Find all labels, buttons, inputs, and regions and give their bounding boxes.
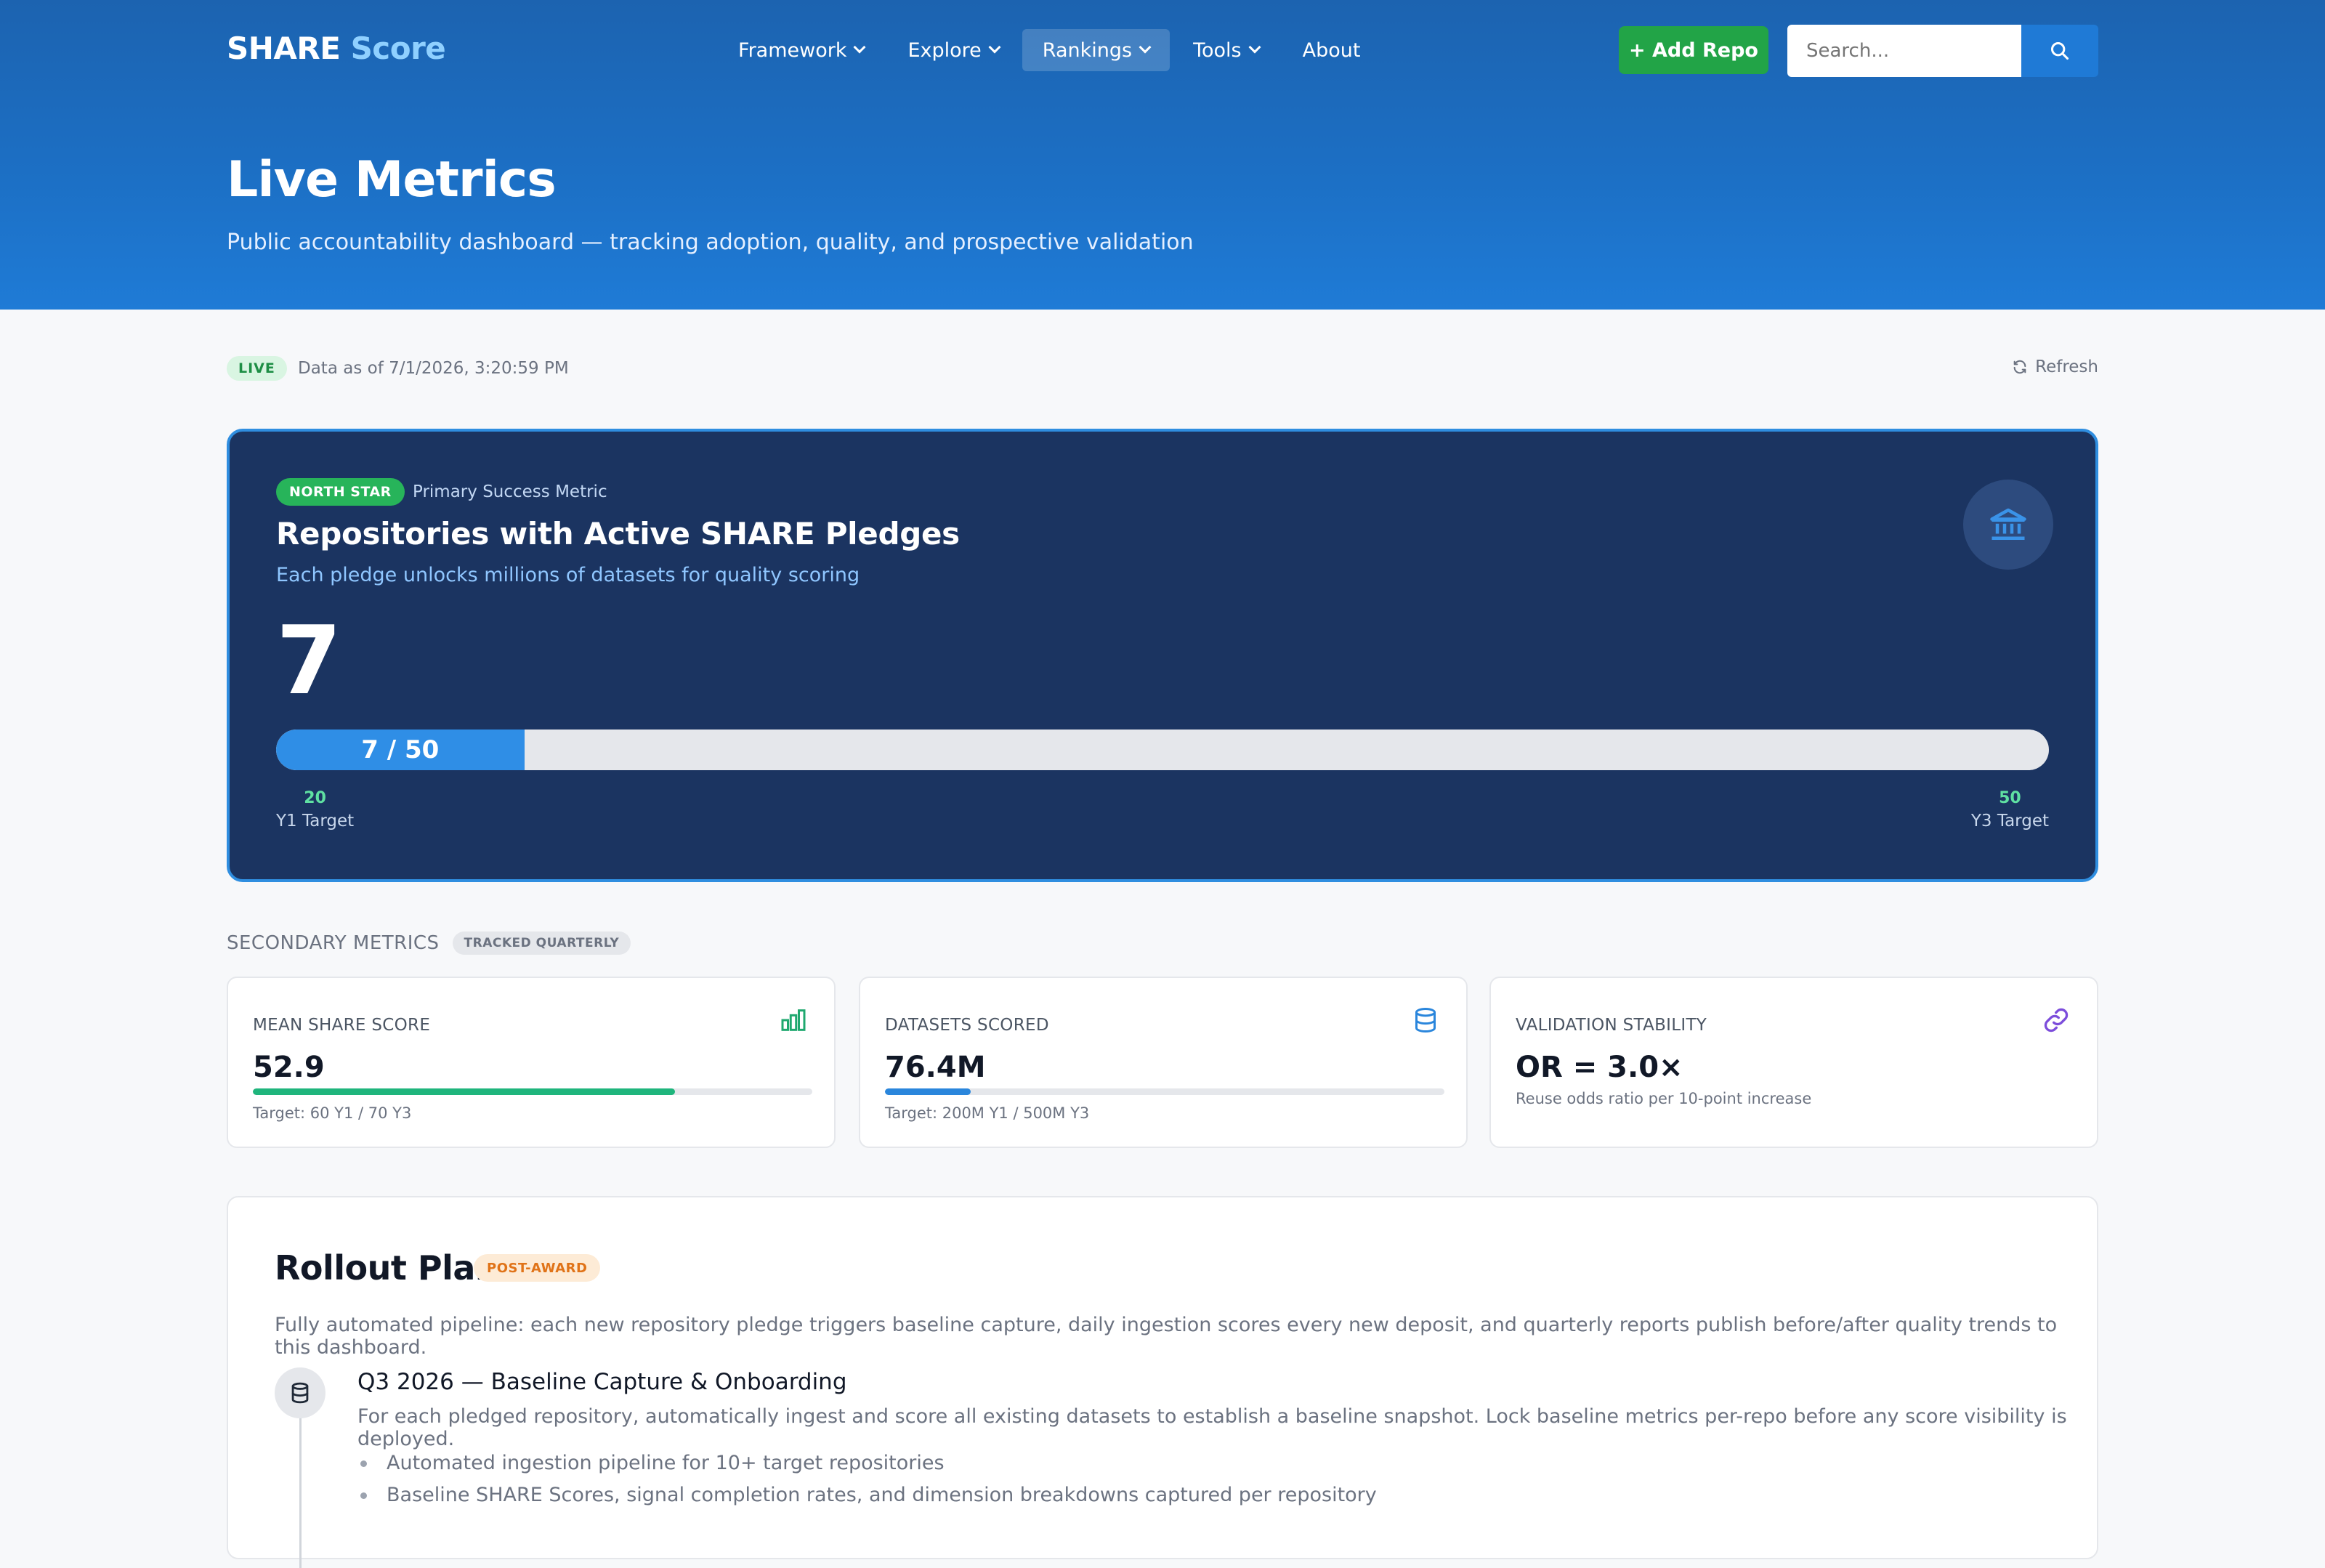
metric-progress bbox=[885, 1088, 1444, 1095]
refresh-button[interactable]: Refresh bbox=[2012, 357, 2098, 376]
metric-label: VALIDATION STABILITY bbox=[1516, 1016, 1707, 1035]
chevron-down-icon bbox=[1248, 41, 1261, 54]
target-value: 50 bbox=[1999, 789, 2021, 807]
search-button[interactable] bbox=[2021, 25, 2098, 77]
nav-item-label: Framework bbox=[738, 39, 847, 62]
brand-logo[interactable]: SHARE Score bbox=[227, 31, 446, 66]
nav-item-label: Explore bbox=[907, 39, 982, 62]
nav-item-framework[interactable]: Framework bbox=[718, 29, 884, 71]
search-input[interactable] bbox=[1787, 25, 2021, 77]
data-timestamp: Data as of 7/1/2026, 3:20:59 PM bbox=[298, 359, 569, 378]
target-value: 20 bbox=[304, 789, 326, 807]
metric-progress bbox=[253, 1088, 812, 1095]
nav-item-explore[interactable]: Explore bbox=[887, 29, 1019, 71]
bar-chart-icon bbox=[777, 1004, 809, 1036]
metric-card-validation-stability: VALIDATION STABILITY OR = 3.0× Reuse odd… bbox=[1489, 977, 2098, 1148]
rollout-title: Rollout Plan bbox=[275, 1248, 499, 1288]
metric-value: 52.9 bbox=[253, 1051, 325, 1084]
nav-item-rankings[interactable]: Rankings bbox=[1022, 29, 1170, 71]
metric-label: DATASETS SCORED bbox=[885, 1016, 1049, 1035]
phase-description: For each pledged repository, automatical… bbox=[357, 1405, 2067, 1450]
hero-header: SHARE Score Framework Explore Rankings T… bbox=[0, 0, 2325, 310]
metric-note: Target: 200M Y1 / 500M Y3 bbox=[885, 1104, 1090, 1122]
north-star-card: NORTH STAR Primary Success Metric Reposi… bbox=[227, 429, 2098, 882]
nav-item-about[interactable]: About bbox=[1282, 29, 1381, 71]
page-title: Live Metrics bbox=[227, 151, 557, 209]
north-star-subtitle: Each pledge unlocks millions of datasets… bbox=[276, 564, 860, 586]
metric-note: Target: 60 Y1 / 70 Y3 bbox=[253, 1104, 412, 1122]
metric-value: OR = 3.0× bbox=[1516, 1051, 1683, 1084]
nav-item-label: About bbox=[1302, 39, 1361, 62]
metric-label: MEAN SHARE SCORE bbox=[253, 1016, 431, 1035]
nav-item-label: Rankings bbox=[1042, 39, 1133, 62]
chevron-down-icon bbox=[988, 41, 1001, 54]
database-icon bbox=[291, 1382, 309, 1404]
page-subtitle: Public accountability dashboard — tracki… bbox=[227, 230, 1194, 255]
secondary-metrics-heading: SECONDARY METRICS TRACKED QUARTERLY bbox=[227, 931, 631, 955]
status-bar: LIVE Data as of 7/1/2026, 3:20:59 PM Ref… bbox=[227, 356, 2098, 382]
metric-value: 76.4M bbox=[885, 1051, 986, 1084]
link-icon bbox=[2040, 1004, 2072, 1036]
post-award-badge: POST-AWARD bbox=[474, 1254, 601, 1282]
target-y1: 20 Y1 Target bbox=[276, 789, 354, 831]
chevron-down-icon bbox=[1139, 41, 1152, 54]
refresh-label: Refresh bbox=[2035, 357, 2098, 376]
list-item: Automated ingestion pipeline for 10+ tar… bbox=[357, 1447, 1377, 1479]
add-repo-button[interactable]: + Add Repo bbox=[1619, 26, 1768, 74]
rollout-description: Fully automated pipeline: each new repos… bbox=[275, 1314, 2058, 1359]
metric-card-mean-score: MEAN SHARE SCORE 52.9 Target: 60 Y1 / 70… bbox=[227, 977, 836, 1148]
north-star-value: 7 bbox=[276, 605, 342, 716]
metric-progress-fill bbox=[253, 1088, 676, 1095]
north-star-icon-wrap bbox=[1963, 480, 2053, 570]
north-star-kicker: Primary Success Metric bbox=[413, 482, 607, 501]
search-icon bbox=[2050, 41, 2069, 60]
nav-item-tools[interactable]: Tools bbox=[1173, 29, 1279, 71]
refresh-icon bbox=[2013, 360, 2026, 374]
bank-icon bbox=[1990, 508, 2026, 540]
timeline-marker bbox=[275, 1367, 326, 1418]
live-badge: LIVE bbox=[227, 356, 287, 381]
metric-progress-fill bbox=[885, 1088, 971, 1095]
section-label: SECONDARY METRICS bbox=[227, 932, 440, 954]
chevron-down-icon bbox=[853, 41, 866, 54]
target-y3: 50 Y3 Target bbox=[1971, 789, 2049, 831]
north-star-title: Repositories with Active SHARE Pledges bbox=[276, 516, 960, 551]
timeline-line bbox=[299, 1394, 302, 1568]
north-star-progress: 7 / 50 bbox=[276, 730, 2049, 770]
metric-note: Reuse odds ratio per 10-point increase bbox=[1516, 1090, 1812, 1107]
phase-bullets: Automated ingestion pipeline for 10+ tar… bbox=[357, 1447, 1377, 1511]
metric-card-datasets-scored: DATASETS SCORED 76.4M Target: 200M Y1 / … bbox=[859, 977, 1468, 1148]
target-label: Y3 Target bbox=[1970, 812, 2049, 831]
list-item: Baseline SHARE Scores, signal completion… bbox=[357, 1479, 1377, 1511]
target-label: Y1 Target bbox=[276, 812, 355, 831]
top-nav: SHARE Score Framework Explore Rankings T… bbox=[227, 25, 2098, 77]
rollout-plan-card: Rollout Plan POST-AWARD Fully automated … bbox=[227, 1196, 2098, 1568]
nav-item-label: Tools bbox=[1193, 39, 1242, 62]
brand-name: SHARE bbox=[227, 31, 341, 66]
database-icon bbox=[1410, 1004, 1442, 1036]
tracked-quarterly-badge: TRACKED QUARTERLY bbox=[452, 931, 631, 955]
north-star-progress-fill: 7 / 50 bbox=[276, 730, 525, 770]
phase-title: Q3 2026 — Baseline Capture & Onboarding bbox=[357, 1369, 847, 1395]
nav-menu: Framework Explore Rankings Tools About bbox=[718, 29, 1380, 73]
brand-accent: Score bbox=[350, 31, 446, 66]
north-star-badge: NORTH STAR bbox=[276, 478, 405, 506]
